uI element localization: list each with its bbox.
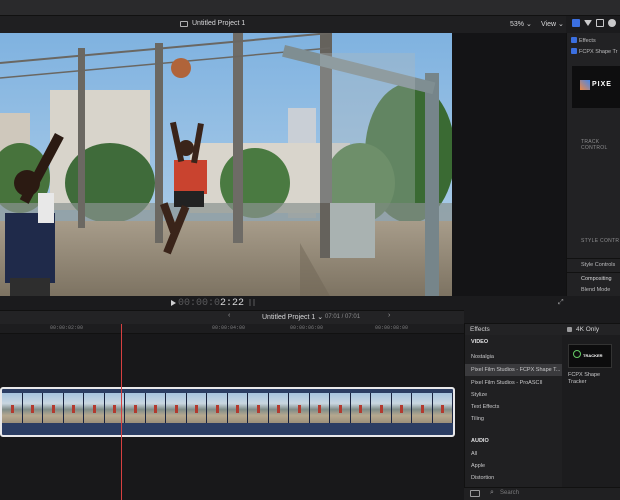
timeline-header <box>0 310 464 324</box>
plugin-checkbox-row[interactable]: FCPX Shape Tr <box>571 48 618 55</box>
list-item[interactable]: Apple <box>471 463 485 469</box>
back-arrow-icon[interactable]: ‹ <box>228 312 230 319</box>
effects-category-list: VIDEO Nostalgia Pixel Film Studios - FCP… <box>464 335 563 487</box>
list-item[interactable]: Tiling <box>471 416 484 422</box>
sidebar-toggle-icon[interactable] <box>470 490 480 497</box>
plugin-logo-text: PIXE <box>592 81 612 88</box>
inspector-tabs <box>572 19 616 27</box>
style-controls-label[interactable]: Style Controls <box>581 262 615 268</box>
info-icon[interactable] <box>608 19 616 27</box>
fullscreen-icon[interactable]: ⤢ <box>558 299 564 307</box>
play-icon[interactable] <box>171 300 176 306</box>
film-icon <box>180 20 188 27</box>
ruler-label: 00:00:06:00 <box>290 325 324 331</box>
effect-thumbnail[interactable]: TRACKER <box>568 344 612 368</box>
view-menu[interactable]: View ⌄ <box>541 20 564 28</box>
list-item: AUDIO <box>471 438 489 444</box>
search-input[interactable]: Search <box>500 490 519 496</box>
plugin-label: FCPX Shape Tr <box>579 49 618 55</box>
viewer-empty-area <box>452 33 566 296</box>
list-item-selected[interactable]: Pixel Film Studios - FCPX Shape T... <box>465 364 563 376</box>
basketball-scene-image <box>0 33 452 296</box>
tracker-logo-icon <box>573 350 581 358</box>
project-title-text: Untitled Project 1 <box>192 20 246 27</box>
list-item[interactable]: Text Effects <box>471 404 499 410</box>
playhead[interactable] <box>121 324 122 500</box>
color-inspector-icon[interactable] <box>584 20 592 26</box>
list-item[interactable]: Stylize <box>471 392 487 398</box>
viewer-controls <box>0 296 566 310</box>
effects-header-label: Effects <box>470 326 490 333</box>
timeline-title-text: Untitled Project 1 <box>262 314 316 321</box>
video-inspector-icon[interactable] <box>572 19 580 27</box>
viewer-project-title[interactable]: Untitled Project 1 <box>180 20 245 27</box>
thumbnail-logo-text: TRACKER <box>583 353 603 358</box>
top-toolbar <box>0 0 620 16</box>
clip-filmstrip <box>2 393 453 423</box>
effect-caption: FCPX Shape Tracker <box>568 372 601 386</box>
style-controls-header: STYLE CONTR <box>581 238 620 244</box>
plugin-logo-thumbnail: PIXE <box>572 66 620 108</box>
timecode-dim: 00:00:0 <box>178 298 221 309</box>
divider <box>566 258 620 259</box>
timeline-ruler[interactable]: 00:00:02:00 00:00:04:00 00:00:06:00 00:0… <box>0 324 464 334</box>
pause-icon[interactable] <box>249 299 255 306</box>
effects-label: Effects <box>579 38 596 44</box>
ruler-label: 00:00:02:00 <box>50 325 84 331</box>
timecode-bright: 2:22 <box>220 298 245 309</box>
list-item: VIDEO <box>471 339 489 345</box>
zoom-value: 53% <box>510 21 525 28</box>
transform-inspector-icon[interactable] <box>596 19 604 27</box>
checkbox-icon[interactable] <box>571 48 577 54</box>
list-item[interactable]: Pixel Film Studios - ProASCII <box>471 380 543 386</box>
forward-arrow-icon[interactable]: › <box>388 312 390 319</box>
viewer-video-frame[interactable] <box>0 33 452 296</box>
ruler-label: 00:00:08:00 <box>375 325 409 331</box>
compositing-label[interactable]: Compositing <box>581 276 612 282</box>
viewer-timecode: 00:00:02:22 <box>178 298 244 309</box>
list-item[interactable]: Nostalgia <box>471 354 494 360</box>
viewer-header <box>0 16 566 33</box>
effects-checkbox-row[interactable]: Effects <box>571 37 596 44</box>
blend-mode-label[interactable]: Blend Mode <box>581 287 610 293</box>
timeline-project-title[interactable]: Untitled Project 1 ⌄ <box>262 313 323 321</box>
ruler-label: 00:00:04:00 <box>212 325 246 331</box>
view-menu-label: View <box>541 21 557 28</box>
pixel-logo-icon <box>580 80 590 90</box>
search-icon: ⌕ <box>490 489 494 496</box>
effects-search-bar: ⌕ Search <box>464 487 620 500</box>
checkbox-icon[interactable] <box>571 37 577 43</box>
list-item[interactable]: All <box>471 451 477 457</box>
list-item[interactable]: Distortion <box>471 475 494 481</box>
timeline-duration: 07:01 / 07:01 <box>325 314 361 320</box>
zoom-menu[interactable]: 53% ⌄ <box>510 20 532 28</box>
video-clip[interactable] <box>0 387 455 437</box>
effects-filter-label[interactable]: 4K Only <box>576 326 599 333</box>
effects-browser-header: Effects 4K Only <box>464 323 620 335</box>
divider <box>566 272 620 273</box>
track-controls-header: TRACK CONTROL <box>581 139 608 151</box>
filter-checkbox-icon[interactable] <box>567 327 572 332</box>
